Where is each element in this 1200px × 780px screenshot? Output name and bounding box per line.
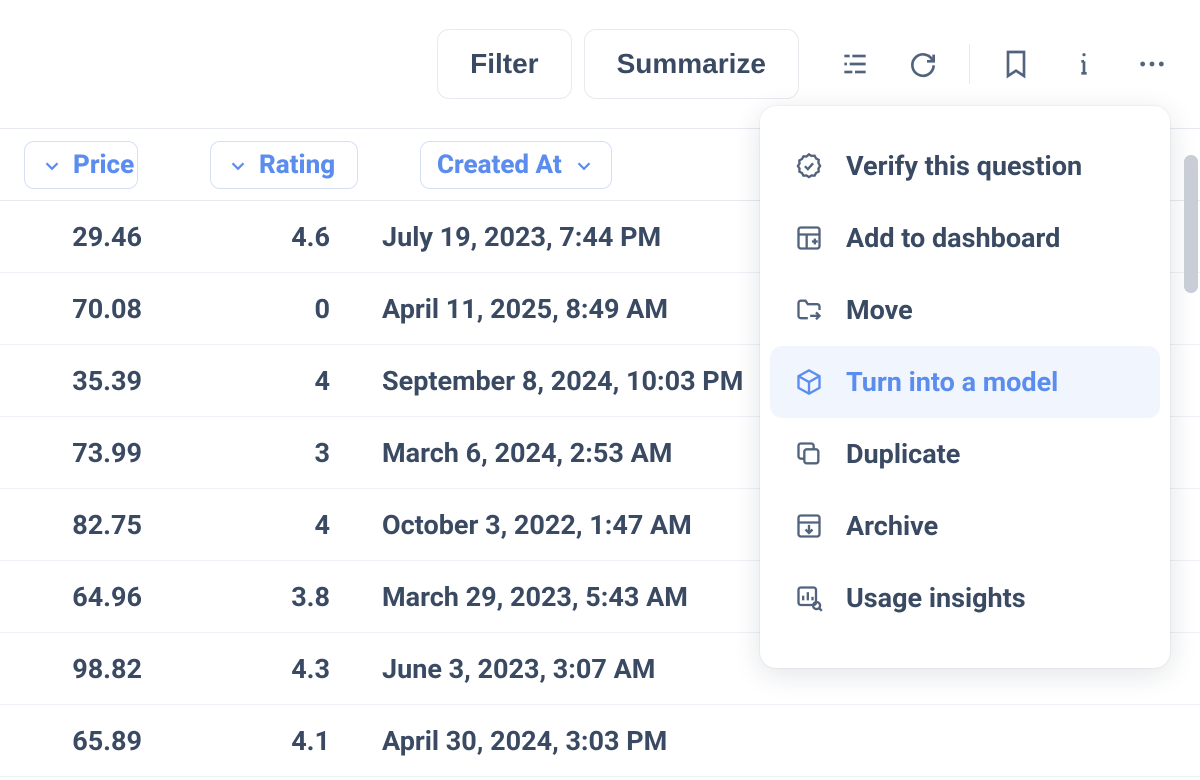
cell-price: 35.39: [24, 365, 154, 397]
cell-price: 98.82: [24, 653, 154, 685]
model-cube-icon: [794, 367, 824, 397]
menu-label: Add to dashboard: [846, 222, 1060, 254]
folder-move-icon: [794, 295, 824, 325]
menu-item-usage-insights[interactable]: Usage insights: [770, 562, 1160, 634]
bookmark-icon[interactable]: [988, 36, 1044, 92]
dashboard-add-icon: [794, 223, 824, 253]
menu-item-turn-into-model[interactable]: Turn into a model: [770, 346, 1160, 418]
cell-created: April 30, 2024, 3:03 PM: [354, 725, 1200, 757]
column-label: Created At: [437, 150, 562, 180]
filter-button[interactable]: Filter: [437, 29, 571, 99]
column-label: Price: [73, 150, 134, 180]
verified-badge-icon: [794, 151, 824, 181]
info-icon[interactable]: [1056, 36, 1112, 92]
chevron-down-icon: [573, 154, 595, 176]
refresh-icon[interactable]: [895, 36, 951, 92]
editor-icon[interactable]: [827, 36, 883, 92]
column-header-rating[interactable]: Rating: [210, 141, 358, 189]
cell-rating: 0: [154, 293, 354, 325]
menu-item-move[interactable]: Move: [770, 274, 1160, 346]
cell-price: 29.46: [24, 221, 154, 253]
cell-price: 65.89: [24, 725, 154, 757]
menu-label: Duplicate: [846, 438, 960, 470]
cell-rating: 4.1: [154, 725, 354, 757]
menu-item-add-dashboard[interactable]: Add to dashboard: [770, 202, 1160, 274]
cell-rating: 4.3: [154, 653, 354, 685]
cell-rating: 4.6: [154, 221, 354, 253]
menu-label: Verify this question: [846, 150, 1082, 182]
menu-label: Usage insights: [846, 582, 1026, 614]
insights-icon: [794, 583, 824, 613]
summarize-button[interactable]: Summarize: [584, 29, 799, 99]
cell-price: 73.99: [24, 437, 154, 469]
menu-item-archive[interactable]: Archive: [770, 490, 1160, 562]
chevron-down-icon: [41, 154, 63, 176]
toolbar-divider: [969, 44, 970, 84]
cell-rating: 4: [154, 509, 354, 541]
context-menu: Verify this question Add to dashboard Mo…: [760, 106, 1170, 668]
menu-label: Move: [846, 294, 913, 326]
menu-item-verify[interactable]: Verify this question: [770, 130, 1160, 202]
cell-price: 64.96: [24, 581, 154, 613]
cell-price: 70.08: [24, 293, 154, 325]
archive-icon: [794, 511, 824, 541]
cell-rating: 3.8: [154, 581, 354, 613]
cell-rating: 4: [154, 365, 354, 397]
chevron-down-icon: [227, 154, 249, 176]
scrollbar-thumb[interactable]: [1184, 155, 1198, 293]
cell-rating: 3: [154, 437, 354, 469]
duplicate-icon: [794, 439, 824, 469]
menu-label: Archive: [846, 510, 938, 542]
column-label: Rating: [259, 150, 335, 180]
column-header-created-at[interactable]: Created At: [420, 141, 612, 189]
table-row[interactable]: 65.89 4.1 April 30, 2024, 3:03 PM: [0, 705, 1200, 777]
column-header-price[interactable]: Price: [24, 141, 138, 189]
menu-label: Turn into a model: [846, 366, 1058, 398]
cell-price: 82.75: [24, 509, 154, 541]
menu-item-duplicate[interactable]: Duplicate: [770, 418, 1160, 490]
more-icon[interactable]: [1124, 36, 1180, 92]
